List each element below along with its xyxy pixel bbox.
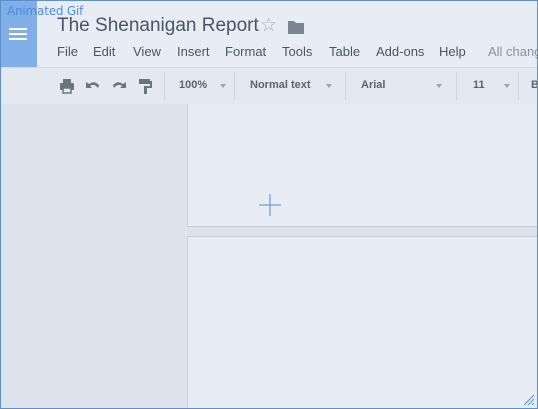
undo-icon[interactable] [84,77,102,95]
toolbar-divider [234,72,235,100]
menu-format[interactable]: Format [225,44,266,59]
redo-icon[interactable] [110,77,128,95]
document-page[interactable] [187,104,537,227]
font-value: Arial [361,79,386,91]
menu-help[interactable]: Help [439,44,466,59]
font-size-value: 11 [473,79,485,91]
bold-label: B [531,79,537,91]
animated-gif-label: Animated Gif [7,4,84,18]
zoom-value: 100% [179,79,208,91]
resize-grip-icon[interactable] [521,392,535,406]
style-select[interactable]: Normal text [250,68,334,104]
chevron-down-icon [220,84,226,88]
font-select[interactable]: Arial [361,68,445,104]
toolbar-divider [456,72,457,100]
menu-insert[interactable]: Insert [177,44,210,59]
font-size-select[interactable]: 11 [473,68,513,104]
document-title[interactable]: The Shenanigan Report [57,15,259,37]
menu-edit[interactable]: Edit [93,44,115,59]
print-icon[interactable] [58,77,76,95]
chevron-down-icon [326,84,332,88]
toolbar: 100% Normal text Arial 11 B [1,67,537,105]
menu-table[interactable]: Table [329,44,360,59]
toolbar-divider [164,72,165,100]
app-window: The Shenanigan Report ☆ File Edit View I… [0,0,538,409]
menu-add-ons[interactable]: Add-ons [376,44,424,59]
toolbar-divider [345,72,346,100]
menu-view[interactable]: View [133,44,161,59]
document-canvas[interactable] [1,104,537,408]
document-page[interactable] [187,236,537,408]
chevron-down-icon [436,84,442,88]
zoom-select[interactable]: 100% [179,68,229,104]
paint-format-icon[interactable] [136,77,154,95]
chevron-down-icon [504,84,510,88]
style-value: Normal text [250,79,311,91]
bold-button[interactable]: B [531,68,537,104]
menu-file[interactable]: File [57,44,78,59]
save-status: All chang [488,44,538,59]
star-icon[interactable]: ☆ [260,16,277,35]
folder-icon[interactable] [287,19,305,35]
toolbar-divider [518,72,519,100]
crosshair-cursor-icon [259,194,281,216]
menu-tools[interactable]: Tools [282,44,312,59]
